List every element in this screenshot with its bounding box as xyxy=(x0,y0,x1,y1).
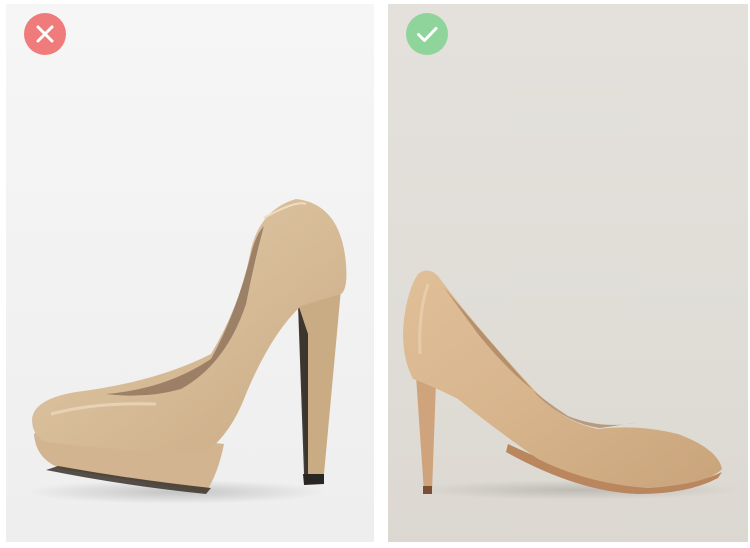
check-icon xyxy=(406,13,448,55)
platform-pump-photo xyxy=(6,4,374,542)
right-photo-panel xyxy=(388,4,748,542)
stiletto-pump-photo xyxy=(403,270,743,500)
shoe-comparison xyxy=(0,0,750,548)
correct-badge xyxy=(406,13,448,55)
incorrect-badge xyxy=(24,13,66,55)
left-photo-panel xyxy=(6,4,374,542)
cross-icon xyxy=(24,13,66,55)
